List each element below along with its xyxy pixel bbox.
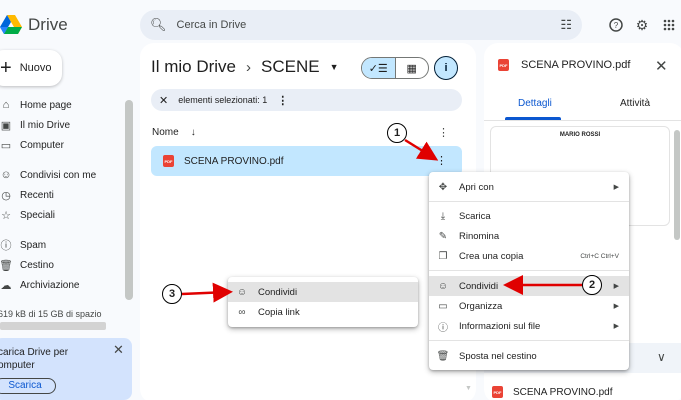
- annotation-arrows: [181, 138, 582, 303]
- arrow-3: [181, 282, 233, 303]
- callout-1: 1: [387, 123, 407, 143]
- callout-2: 2: [582, 275, 602, 295]
- arrow-1: [404, 138, 439, 161]
- callout-3: 3: [162, 284, 182, 304]
